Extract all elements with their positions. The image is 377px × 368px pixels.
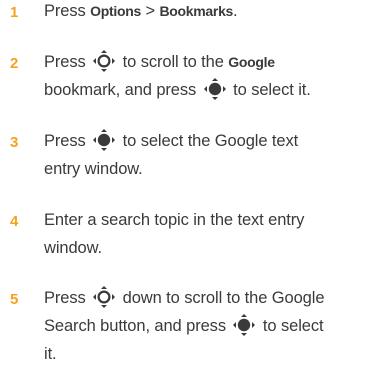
step-text: Press to select the Google text entry wi… (44, 127, 374, 183)
nav-select-key-icon (93, 129, 116, 151)
step-text: Press Options > Bookmarks. (44, 2, 238, 20)
step-text: Press to scroll to the Google bookmark, … (44, 48, 374, 104)
step-number: 3 (10, 134, 19, 151)
nav-select-key-icon (233, 314, 256, 336)
nav-scroll-key-icon (93, 286, 116, 308)
step-number: 2 (10, 55, 19, 72)
nav-select-key-icon (203, 78, 226, 100)
step-text: Press down to scroll to the Google Searc… (44, 284, 374, 368)
step-number: 5 (10, 291, 19, 308)
step-number: 1 (10, 4, 19, 21)
google-label: Google (228, 54, 275, 70)
step-number: 4 (10, 213, 19, 230)
nav-scroll-key-icon (93, 50, 116, 72)
bookmarks-label: Bookmarks (159, 3, 234, 19)
options-label: Options (90, 3, 141, 19)
step-text: Enter a search topic in the text entry w… (44, 211, 305, 257)
